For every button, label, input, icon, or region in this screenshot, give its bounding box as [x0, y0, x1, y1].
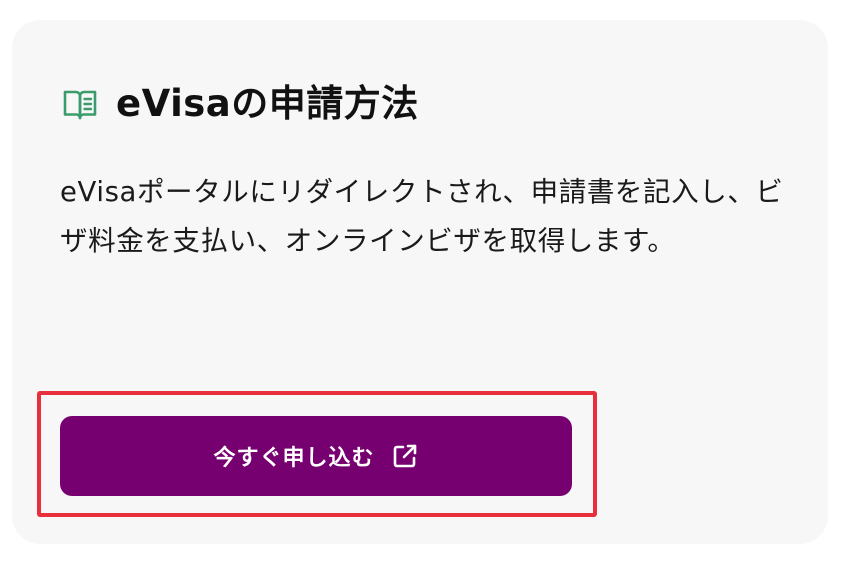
- card-description: eVisaポータルにリダイレクトされ、申請書を記入し、ビザ料金を支払い、オンライ…: [60, 176, 784, 257]
- apply-now-button[interactable]: 今すぐ申し込む: [60, 416, 572, 496]
- apply-now-label: 今すぐ申し込む: [213, 446, 375, 471]
- card-header: eVisaの申請方法: [62, 80, 419, 128]
- external-link-icon: [393, 444, 416, 468]
- card-title: eVisaの申請方法: [116, 82, 419, 125]
- open-book-icon: [63, 90, 97, 120]
